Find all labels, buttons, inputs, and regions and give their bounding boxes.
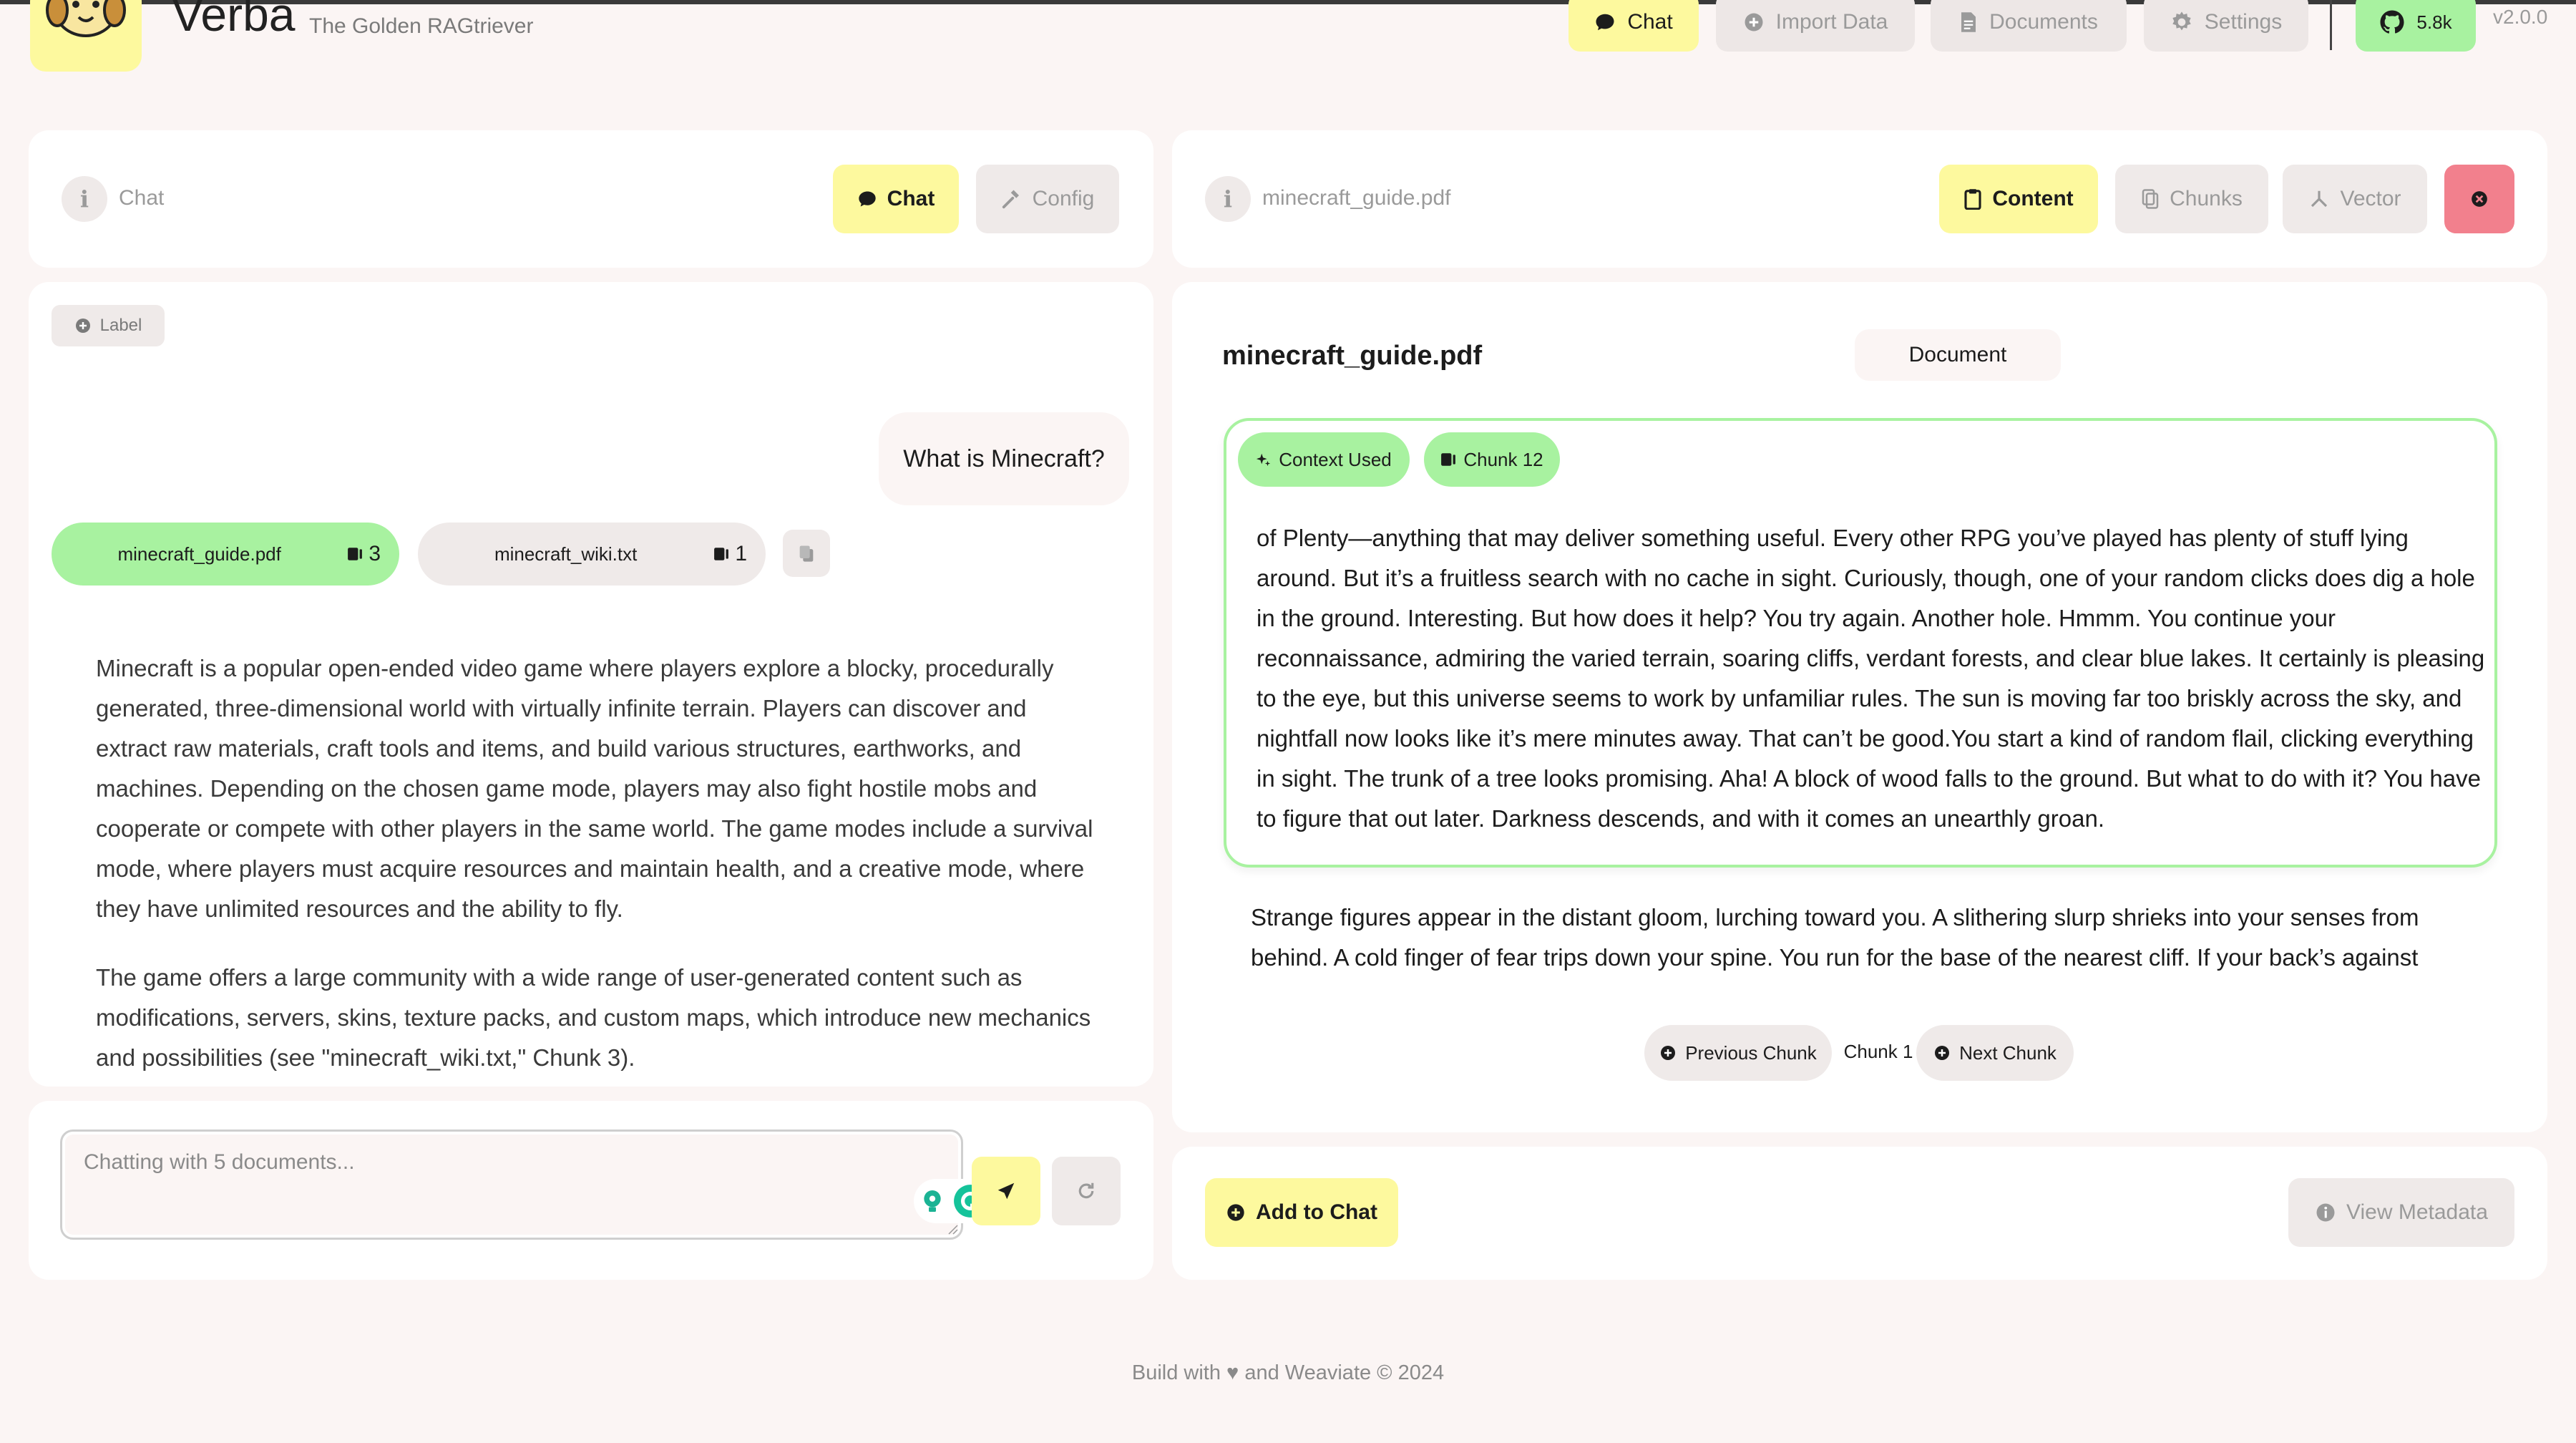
plus-circle-icon (1935, 1046, 1950, 1060)
view-metadata-label: View Metadata (2346, 1200, 2488, 1224)
refresh-icon (1078, 1182, 1094, 1199)
previous-chunk-button[interactable]: Previous Chunk (1644, 1025, 1832, 1081)
nav-chat-button[interactable]: Chat (1568, 0, 1699, 52)
source-name: minecraft_wiki.txt (494, 543, 638, 565)
next-chunk-button[interactable]: Next Chunk (1916, 1025, 2074, 1081)
clipboard-icon (1964, 189, 1981, 210)
document-actions-card: Add to Chat View Metadata (1172, 1147, 2547, 1280)
tab-chunks-label: Chunks (2170, 187, 2243, 210)
document-type-badge: Document (1855, 329, 2061, 381)
nav-import-data-button[interactable]: Import Data (1716, 0, 1915, 52)
copy-icon (799, 545, 814, 562)
app-title: Verba (172, 0, 296, 41)
lightbulb-icon (924, 1190, 941, 1212)
footer-text: Build with ♥ and Weaviate © 2024 (1131, 1361, 1445, 1384)
nav-settings-button[interactable]: Settings (2144, 0, 2308, 52)
nav-documents-button[interactable]: Documents (1931, 0, 2127, 52)
tab-config[interactable]: Config (976, 165, 1119, 233)
nav-documents-label: Documents (1989, 10, 2098, 34)
tab-chunks[interactable]: Chunks (2115, 165, 2268, 233)
document-file-name: minecraft_guide.pdf (1262, 186, 1451, 210)
copy-button[interactable] (783, 530, 830, 577)
answer-paragraph-1: Minecraft is a popular open-ended video … (96, 655, 1093, 922)
close-document-button[interactable] (2444, 165, 2514, 233)
chat-bubble-icon (1596, 14, 1614, 31)
close-icon (2472, 191, 2487, 207)
document-icon (1961, 12, 1976, 32)
github-stars-count: 5.8k (2416, 11, 2452, 33)
user-message: What is Minecraft? (879, 412, 1129, 505)
context-used-label: Context Used (1279, 448, 1392, 470)
nav-import-data-label: Import Data (1775, 10, 1888, 34)
tab-chat[interactable]: Chat (833, 165, 959, 233)
add-to-chat-button[interactable]: Add to Chat (1205, 1178, 1398, 1247)
info-icon[interactable]: i (1205, 176, 1251, 222)
header-divider (2330, 0, 2332, 50)
info-circle-icon (2316, 1203, 2335, 1222)
label-button[interactable]: Label (52, 305, 165, 346)
github-icon (2380, 10, 2404, 34)
chunk-number-badge: Chunk 12 (1424, 432, 1560, 487)
current-chunk-label: Chunk 1 (1843, 1041, 1913, 1062)
chunk-text: of Plenty—anything that may deliver some… (1257, 525, 2485, 832)
tab-vector-label: Vector (2340, 187, 2401, 210)
source-chunk-count: 1 (735, 542, 747, 565)
chat-header-card: i Chat Chat Config (29, 130, 1153, 268)
tab-config-label: Config (1032, 187, 1095, 210)
label-button-text: Label (99, 316, 142, 335)
vector-icon (2311, 190, 2328, 208)
chat-input-field[interactable] (60, 1129, 992, 1240)
plus-circle-icon (1227, 1204, 1244, 1221)
reset-button[interactable] (1052, 1157, 1121, 1225)
chat-input[interactable] (84, 1150, 728, 1175)
next-chunk-label: Next Chunk (1959, 1041, 2057, 1064)
tab-chat-label: Chat (887, 187, 935, 210)
github-stars-button[interactable]: 5.8k (2356, 0, 2476, 52)
chat-bubble-icon (858, 191, 876, 207)
document-text-continued: Strange figures appear in the distant gl… (1251, 904, 2419, 971)
nav-chat-label: Chat (1627, 10, 1673, 34)
info-icon[interactable]: i (62, 176, 107, 222)
add-to-chat-label: Add to Chat (1256, 1200, 1377, 1224)
app-subtitle: The Golden RAGtriever (309, 14, 534, 38)
send-button[interactable] (972, 1157, 1040, 1225)
source-chunk-count: 3 (369, 542, 381, 565)
tab-content[interactable]: Content (1939, 165, 2098, 233)
plus-circle-icon (1745, 13, 1763, 31)
copy-icon (2142, 189, 2159, 209)
verba-logo (30, 0, 142, 72)
resize-handle-icon[interactable] (945, 1222, 958, 1235)
source-name: minecraft_guide.pdf (117, 543, 281, 565)
tab-content-label: Content (1992, 187, 2074, 210)
version-label: v2.0.0 (2493, 6, 2548, 28)
chunks-icon (348, 548, 363, 560)
plus-circle-icon (1661, 1046, 1676, 1060)
view-metadata-button[interactable]: View Metadata (2288, 1178, 2514, 1247)
source-pill-minecraft-wiki[interactable]: minecraft_wiki.txt 1 (418, 523, 766, 586)
tab-vector[interactable]: Vector (2283, 165, 2427, 233)
chunk-number-label: Chunk 12 (1463, 448, 1543, 470)
source-pill-minecraft-guide[interactable]: minecraft_guide.pdf 3 (52, 523, 399, 586)
context-used-badge: Context Used (1238, 432, 1410, 487)
answer-paragraph-2: The game offers a large community with a… (96, 964, 1091, 1071)
document-title: minecraft_guide.pdf (1222, 341, 1483, 371)
nav-settings-label: Settings (2204, 10, 2283, 34)
chunks-icon (1441, 453, 1456, 466)
chat-panel-title: Chat (119, 186, 165, 210)
document-header-card: i minecraft_guide.pdf Content Chunks Vec… (1172, 130, 2547, 268)
previous-chunk-label: Previous Chunk (1685, 1041, 1817, 1064)
hammer-icon (1002, 190, 1019, 209)
gear-icon (2172, 11, 2191, 31)
chunks-icon (714, 548, 729, 560)
highlighted-chunk: Context Used Chunk 12 of Plenty—anything… (1224, 418, 2497, 868)
sparkles-icon (1257, 453, 1271, 467)
plus-circle-icon (75, 319, 90, 333)
send-icon (997, 1182, 1015, 1200)
